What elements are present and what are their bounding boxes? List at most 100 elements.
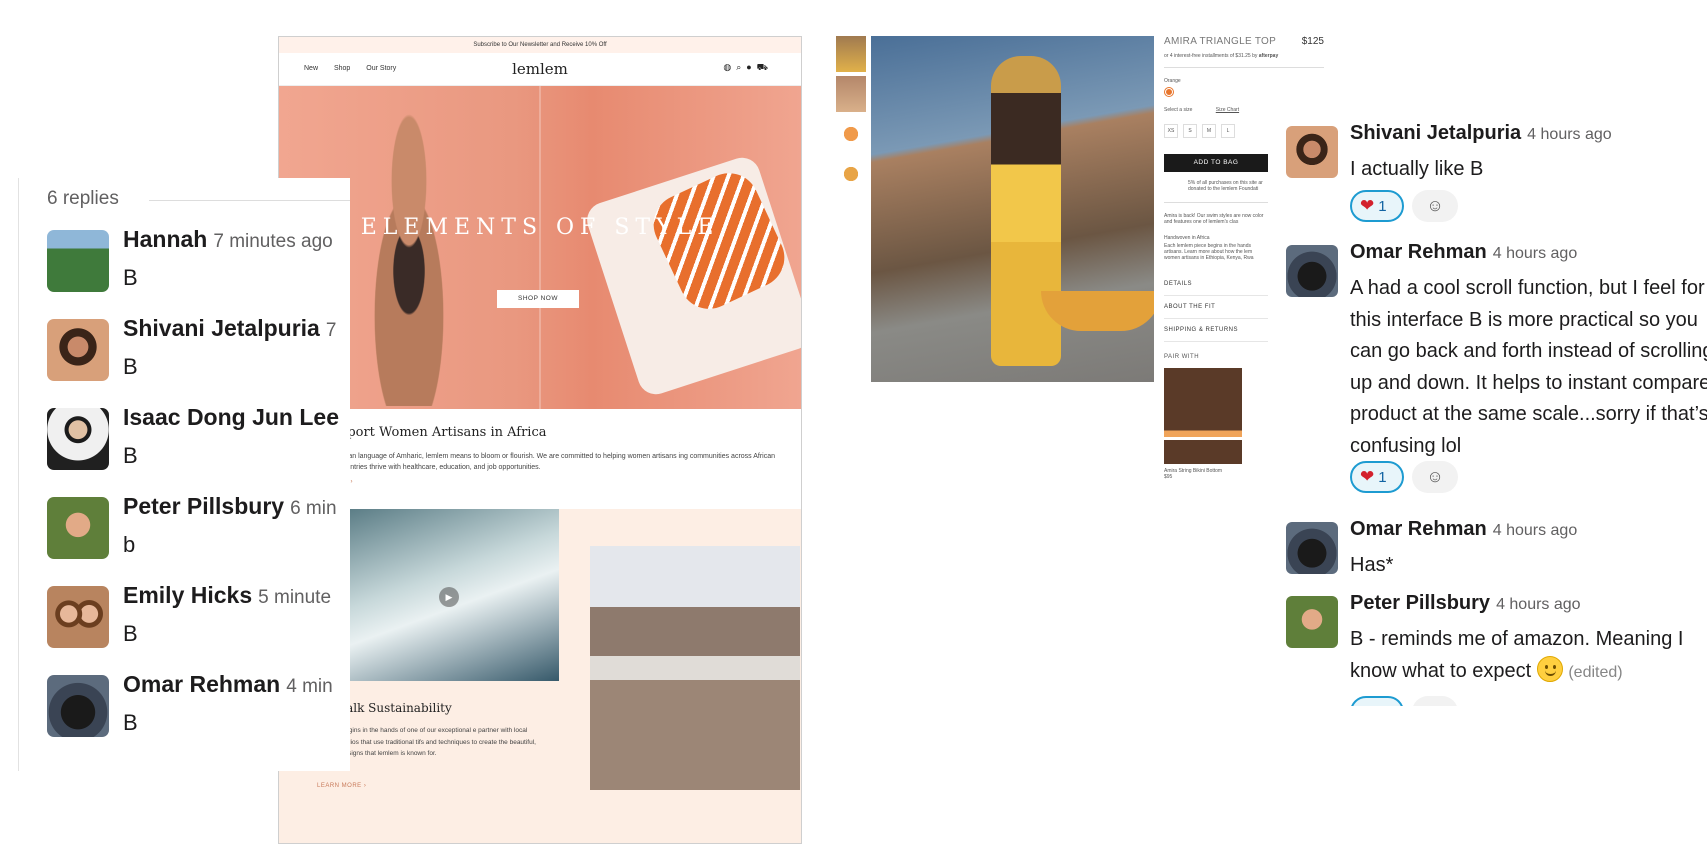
product-thumbnail[interactable] (836, 156, 866, 192)
color-swatch-orange[interactable] (1164, 87, 1174, 97)
sustainability-text: m piece begins in the hands of one of ou… (317, 727, 536, 757)
hero-model-image (349, 106, 469, 406)
message-author[interactable]: Omar Rehman 4 hours ago (1350, 518, 1577, 541)
avatar[interactable] (47, 675, 109, 737)
message-text: A had a cool scroll function, but I feel… (1350, 277, 1707, 457)
thread-reply: Omar Rehman 4 min B (47, 667, 350, 747)
message-timestamp[interactable]: 4 hours ago (1527, 126, 1612, 143)
product-thumbnail[interactable] (836, 116, 866, 152)
pair-product-name[interactable]: Amira String Bikini Bottom (1164, 468, 1224, 474)
reply-author[interactable]: Omar Rehman 4 min (123, 671, 333, 698)
search-icon[interactable]: ⌕ (736, 62, 746, 72)
reply-author[interactable]: Peter Pillsbury 6 min (123, 493, 337, 520)
message-text: I actually like B (1350, 158, 1484, 180)
product-title: AMIRA TRIANGLE TOP (1164, 36, 1277, 47)
message-timestamp[interactable]: 4 hours ago (1496, 596, 1581, 613)
site-screenshot: Subscribe to Our Newsletter and Receive … (278, 36, 802, 844)
product-thumbnail[interactable] (836, 76, 866, 112)
sustainability-title: Talk Sustainability (339, 701, 452, 715)
reply-timestamp[interactable]: 7 (326, 320, 337, 341)
reply-author[interactable]: Isaac Dong Jun Lee (123, 404, 345, 431)
thread-reply: Shivani Jetalpuria 7 B (47, 311, 350, 391)
avatar[interactable] (47, 586, 109, 648)
thread-reply: Isaac Dong Jun Lee B (47, 400, 350, 480)
add-to-bag-button[interactable]: ADD TO BAG (1164, 154, 1268, 172)
product-thumbnail[interactable] (836, 36, 866, 72)
slack-message-list: Shivani Jetalpuria 4 hours ago I actually… (1280, 110, 1707, 706)
message-timestamp[interactable]: 4 hours ago (1493, 245, 1578, 262)
avatar[interactable] (1286, 596, 1338, 648)
size-option-xs[interactable]: XS (1164, 124, 1178, 138)
reply-author[interactable]: Shivani Jetalpuria 7 (123, 315, 336, 342)
thread-reply: Peter Pillsbury 6 min b (47, 489, 350, 569)
account-icon[interactable]: ● (746, 62, 756, 72)
size-chart-link[interactable]: Size Chart (1216, 107, 1239, 113)
reply-timestamp[interactable]: 7 minutes ago (213, 231, 332, 252)
message-timestamp[interactable]: 4 hours ago (1493, 522, 1578, 539)
product-screenshot: AMIRA TRIANGLE TOP $125 or 4 interest-fr… (836, 36, 1326, 556)
mission-title: pport Women Artisans in Africa (339, 425, 547, 440)
nav-icons: ◍⌕●⛟ (723, 62, 773, 74)
avatar[interactable] (47, 319, 109, 381)
reply-count: 6 replies (47, 188, 119, 209)
reply-timestamp[interactable]: 4 min (286, 676, 332, 697)
avatar[interactable] (47, 497, 109, 559)
reply-divider (149, 200, 350, 201)
smile-emoji-icon (1536, 655, 1563, 682)
accordion-details[interactable]: DETAILS (1164, 273, 1268, 296)
sustainability-learn-more-link[interactable]: LEARN MORE › (317, 783, 366, 789)
avatar[interactable] (47, 408, 109, 470)
play-icon[interactable]: ▶ (439, 587, 459, 607)
avatar[interactable] (1286, 522, 1338, 574)
message-author[interactable]: Omar Rehman 4 hours ago (1350, 241, 1577, 264)
size-option-m[interactable]: M (1202, 124, 1216, 138)
avatar[interactable] (1286, 126, 1338, 178)
add-reaction-icon[interactable]: ☺ (1412, 461, 1458, 493)
sustainability-section: ▶ Talk Sustainability m piece begins in … (279, 509, 801, 843)
size-option-s[interactable]: S (1183, 124, 1197, 138)
reply-timestamp[interactable]: 6 min (290, 498, 336, 519)
reply-timestamp[interactable]: 5 minute (258, 587, 331, 608)
heart-reaction[interactable]: ❤1 (1350, 190, 1404, 222)
message: Omar Rehman 4 hours ago Has* (1286, 510, 1707, 580)
product-price: $125 (1301, 36, 1324, 47)
avatar[interactable] (47, 230, 109, 292)
add-reaction-icon[interactable]: ☺ (1412, 696, 1458, 706)
pair-product-image[interactable] (1164, 368, 1242, 464)
thread-reply: Hannah 7 minutes ago B (47, 222, 350, 302)
add-reaction-icon[interactable]: ☺ (1412, 190, 1458, 222)
site-nav: New Shop Our Story lemlem ◍⌕●⛟ (279, 53, 801, 86)
heart-reaction[interactable]: ❤1 (1350, 696, 1404, 706)
reply-author[interactable]: Hannah 7 minutes ago (123, 226, 333, 253)
slack-thread-panel: 6 replies Hannah 7 minutes ago B Shivani … (18, 178, 350, 771)
weaving-photo (590, 546, 800, 790)
cart-icon[interactable]: ⛟ (757, 62, 773, 72)
reply-author[interactable]: Emily Hicks 5 minute (123, 582, 331, 609)
reply-text: B (123, 710, 138, 735)
heart-icon: ❤ (1360, 702, 1374, 706)
accordion-about-fit[interactable]: ABOUT THE FIT (1164, 296, 1268, 319)
hero-divider (539, 86, 541, 409)
globe-icon[interactable]: ◍ (723, 62, 736, 72)
divider (1164, 202, 1268, 203)
message: Peter Pillsbury 4 hours ago B - reminds m… (1286, 584, 1707, 706)
message-author[interactable]: Peter Pillsbury 4 hours ago (1350, 592, 1581, 615)
message: Shivani Jetalpuria 4 hours ago I actually… (1286, 114, 1707, 226)
heart-reaction[interactable]: ❤1 (1350, 461, 1404, 493)
handwoven-text: Each lemlem piece begins in the hands ar… (1164, 243, 1254, 261)
handwoven-title: Handwoven in Africa (1164, 235, 1210, 241)
reply-text: B (123, 265, 138, 290)
reply-text: B (123, 443, 138, 468)
size-option-l[interactable]: L (1221, 124, 1235, 138)
promo-banner[interactable]: Subscribe to Our Newsletter and Receive … (279, 37, 801, 53)
reply-text: B (123, 621, 138, 646)
accordion-shipping-returns[interactable]: SHIPPING & RETURNS (1164, 319, 1268, 342)
avatar[interactable] (1286, 245, 1338, 297)
mission-text: opian language of Amharic, lemlem means … (339, 453, 776, 471)
shop-now-button[interactable]: SHOP NOW (497, 290, 579, 308)
heart-icon: ❤ (1360, 196, 1375, 215)
message-author[interactable]: Shivani Jetalpuria 4 hours ago (1350, 122, 1612, 145)
installments-text: or 4 interest-free installments of $31.2… (1164, 53, 1279, 59)
thread-reply: Emily Hicks 5 minute B (47, 578, 350, 658)
message-text: Has* (1350, 554, 1394, 576)
